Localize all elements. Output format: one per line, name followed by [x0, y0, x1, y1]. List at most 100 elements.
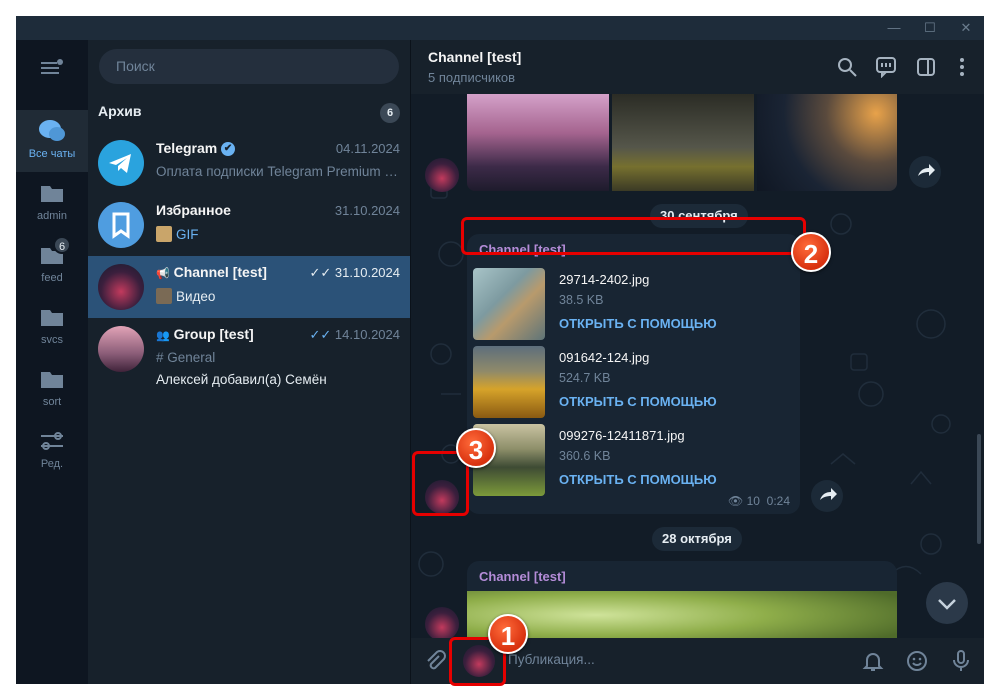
highlight-box-sender	[461, 217, 806, 255]
file-size: 360.6 KB	[559, 449, 611, 463]
double-check-icon: ✓✓	[309, 327, 332, 342]
folder-svcs[interactable]: svcs	[16, 296, 88, 358]
folder-sort[interactable]: sort	[16, 358, 88, 420]
telegram-window: — ☐ ✕ Все чаты admin feed 6 svcs sort Ре…	[16, 16, 984, 684]
emoji-icon[interactable]	[905, 649, 929, 673]
message-feed: 30 сентября Channel [test] 29714-2402.jp…	[411, 94, 984, 638]
sliders-icon	[38, 428, 66, 454]
folder-icon	[38, 180, 66, 206]
folder-icon	[38, 304, 66, 330]
title-bar: — ☐ ✕	[16, 16, 984, 40]
microphone-icon[interactable]	[949, 649, 973, 673]
group-icon: 👥	[156, 330, 170, 342]
search-input[interactable]: Поиск	[99, 49, 399, 84]
file-thumbnail-sunflowers[interactable]	[473, 346, 545, 418]
message-input[interactable]: Публикация...	[508, 652, 595, 667]
folder-sidebar: Все чаты admin feed 6 svcs sort Ред.	[16, 40, 88, 684]
album-image-chapel[interactable]	[612, 94, 754, 191]
file-name: 099276-12411871.jpg	[559, 428, 685, 443]
archive-row[interactable]: Архив 6	[98, 103, 400, 125]
chat-preview: Оплата подписки Telegram Premium б...	[156, 164, 400, 179]
unread-badge: 6	[53, 236, 72, 254]
file-attachment[interactable]: 099276-12411871.jpg 360.6 KB ОТКРЫТЬ С П…	[473, 424, 798, 496]
folder-all-chats[interactable]: Все чаты	[16, 110, 88, 172]
photo-image[interactable]	[467, 591, 897, 638]
open-with-link[interactable]: ОТКРЫТЬ С ПОМОЩЬЮ	[559, 394, 717, 409]
chat-view: Channel [test] 5 подписчиков 30 сентября…	[410, 40, 984, 684]
folder-label: feed	[41, 272, 63, 284]
scroll-down-button[interactable]	[926, 582, 968, 624]
chats-icon	[38, 118, 66, 144]
photo-message-bubble: Channel [test]	[467, 561, 897, 638]
chat-item-group-test[interactable]: 👥 Group [test] ✓✓ 14.10.2024 # General А…	[88, 318, 410, 400]
folder-admin[interactable]: admin	[16, 172, 88, 234]
maximize-icon[interactable]: ☐	[912, 16, 948, 40]
chat-item-saved[interactable]: Избранное 31.10.2024 GIF	[88, 194, 410, 256]
message-meta: 👁 10 0:24	[728, 494, 790, 508]
close-icon[interactable]: ✕	[948, 16, 984, 40]
folder-label: svcs	[41, 334, 63, 346]
minimize-icon[interactable]: —	[876, 16, 912, 40]
folder-feed[interactable]: feed 6	[16, 234, 88, 296]
sidebar-toggle-icon[interactable]	[915, 56, 937, 78]
forward-icon[interactable]	[909, 156, 941, 188]
chat-list: Поиск Архив 6 Telegram ✔ 04.11.2024 Опла…	[88, 40, 410, 684]
open-with-link[interactable]: ОТКРЫТЬ С ПОМОЩЬЮ	[559, 316, 717, 331]
message-time: 0:24	[766, 494, 790, 508]
folder-label: admin	[37, 210, 67, 222]
folder-label: Все чаты	[28, 148, 76, 160]
chat-preview: Алексей добавил(а) Семён	[156, 372, 327, 387]
notifications-bell-icon[interactable]	[861, 649, 885, 673]
double-check-icon: ✓✓	[309, 265, 332, 280]
bookmark-icon	[112, 212, 130, 239]
telegram-avatar	[98, 140, 144, 186]
chat-name: 👥 Group [test]	[156, 326, 254, 342]
video-thumb-icon	[156, 288, 172, 304]
discussion-icon[interactable]	[875, 56, 897, 79]
chat-item-telegram[interactable]: Telegram ✔ 04.11.2024 Оплата подписки Te…	[88, 132, 410, 194]
attach-icon[interactable]	[423, 649, 447, 673]
file-thumbnail-owl[interactable]	[473, 268, 545, 340]
step-marker: 2	[791, 232, 831, 272]
chat-preview: GIF	[156, 226, 400, 242]
saved-messages-avatar	[98, 202, 144, 248]
chat-date: 31.10.2024	[334, 203, 400, 218]
message-sender[interactable]: Channel [test]	[479, 569, 566, 584]
file-name: 091642-124.jpg	[559, 350, 650, 365]
album-image-spheres[interactable]	[757, 94, 897, 191]
edit-folders[interactable]: Ред.	[16, 420, 88, 482]
gif-thumb-icon	[156, 226, 172, 242]
date-separator: 28 октября	[652, 527, 742, 551]
album-image-fog[interactable]	[467, 94, 609, 191]
file-size: 38.5 KB	[559, 293, 604, 307]
telegram-logo-icon	[109, 154, 131, 173]
menu-icon[interactable]	[40, 58, 64, 78]
file-attachment[interactable]: 29714-2402.jpg 38.5 KB ОТКРЫТЬ С ПОМОЩЬЮ	[473, 268, 798, 340]
megaphone-icon: 📢	[156, 268, 170, 280]
open-with-link[interactable]: ОТКРЫТЬ С ПОМОЩЬЮ	[559, 472, 717, 487]
forward-icon[interactable]	[811, 480, 843, 512]
file-name: 29714-2402.jpg	[559, 272, 650, 287]
more-options-icon[interactable]	[951, 56, 973, 78]
chevron-down-icon	[938, 599, 956, 610]
search-icon[interactable]	[836, 56, 858, 78]
channel-avatar[interactable]	[425, 607, 459, 638]
scrollbar-thumb[interactable]	[977, 434, 981, 544]
group-avatar	[98, 326, 144, 372]
folder-icon	[38, 366, 66, 392]
views-icon: 👁	[728, 494, 744, 508]
folder-label: sort	[42, 396, 62, 408]
file-attachment[interactable]: 091642-124.jpg 524.7 KB ОТКРЫТЬ С ПОМОЩЬ…	[473, 346, 798, 418]
channel-avatar	[98, 264, 144, 310]
chat-topic: # General	[156, 350, 216, 365]
chat-title[interactable]: Channel [test]	[428, 49, 521, 65]
chat-date: ✓✓ 31.10.2024	[309, 265, 401, 280]
archive-count-badge: 6	[380, 103, 400, 123]
chat-preview: Видео	[156, 288, 400, 304]
archive-label: Архив	[98, 103, 142, 119]
chat-date: 04.11.2024	[335, 141, 400, 156]
channel-avatar[interactable]	[425, 158, 459, 192]
files-message-bubble: Channel [test] 29714-2402.jpg 38.5 KB ОТ…	[467, 234, 800, 514]
file-size: 524.7 KB	[559, 371, 611, 385]
chat-item-channel-test[interactable]: 📢 Channel [test] ✓✓ 31.10.2024 Видео	[88, 256, 410, 318]
